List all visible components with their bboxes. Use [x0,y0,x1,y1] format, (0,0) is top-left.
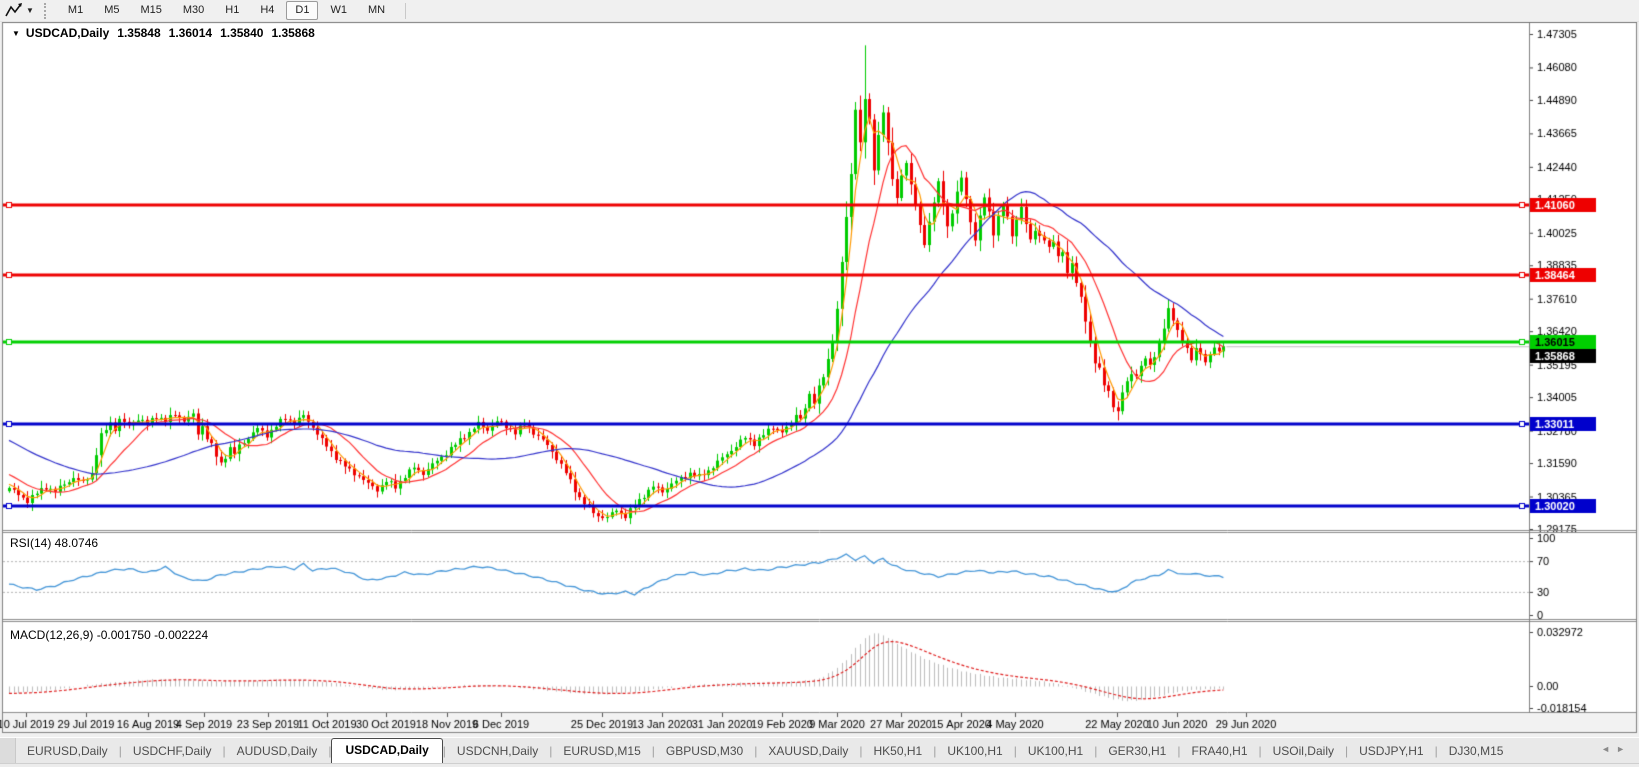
chart-tab-dj30-m15[interactable]: DJ30,M15 [1438,740,1515,763]
chart-tab-bar: EURUSD,Daily | USDCHF,Daily | AUDUSD,Daily | U… [0,737,1639,763]
chart-tab-ger30-h1[interactable]: GER30,H1 [1097,740,1177,763]
toolbar-separator [405,2,407,19]
timeframe-button-m1[interactable]: M1 [59,1,92,20]
ohlc-high: 1.36014 [168,26,213,40]
timeframe-button-m30[interactable]: M30 [174,1,213,20]
ohlc-low: 1.35840 [220,26,264,40]
chart-tab-uk100-h1[interactable]: UK100,H1 [936,740,1013,763]
ohlc-open: 1.35848 [117,26,161,40]
macd-indicator-label: MACD(12,26,9) -0.001750 -0.002224 [10,628,209,642]
chart-symbol-title: USDCAD,Daily [25,26,110,40]
chart-canvas[interactable] [0,22,1639,734]
timeframe-toolbar: ▼ M1 M5 M15 M30 H1 H4 D1 W1 MN [0,0,1639,22]
chart-tab-usdjpy-h1[interactable]: USDJPY,H1 [1348,740,1434,763]
chart-tab-xauusd-daily[interactable]: XAUUSD,Daily [757,740,859,763]
tab-scroll-arrows: ◄► [1601,744,1631,754]
chart-tab-usdcnh-daily[interactable]: USDCNH,Daily [446,740,549,763]
terminal-window: ▼ M1 M5 M15 M30 H1 H4 D1 W1 MN ▼ USDCAD,Daily 1.… [0,0,1639,767]
chart-tab-audusd-daily[interactable]: AUDUSD,Daily [226,740,329,763]
rsi-indicator-label: RSI(14) 48.0746 [10,536,99,550]
chart-tab-eurusd-daily[interactable]: EURUSD,Daily [16,740,119,763]
chart-tab-usoil-daily[interactable]: USOil,Daily [1262,740,1345,763]
chart-tab-uk100-h1[interactable]: UK100,H1 [1017,740,1094,763]
chart-title-bar: ▼ USDCAD,Daily 1.35848 1.36014 1.35840 1.35… [12,26,315,40]
timeframe-button-d1[interactable]: D1 [286,1,319,20]
chart-tab-gbpusd-m30[interactable]: GBPUSD,M30 [655,740,754,763]
timeframe-button-mn[interactable]: MN [359,1,394,20]
status-bar-edge [0,763,1639,767]
tab-bar-corner [0,738,16,763]
timeframe-button-m5[interactable]: M5 [95,1,128,20]
chart-tab-usdchf-daily[interactable]: USDCHF,Daily [122,740,223,763]
timeframe-button-h4[interactable]: H4 [251,1,283,20]
timeframe-button-m15[interactable]: M15 [131,1,170,20]
chart-tab-eurusd-m15[interactable]: EURUSD,M15 [552,740,651,763]
chart-dropdown-icon[interactable]: ▼ [12,29,20,38]
chart-tab-hk50-h1[interactable]: HK50,H1 [863,740,934,763]
timeframe-button-w1[interactable]: W1 [321,1,356,20]
chart-tab-usdcad-daily[interactable]: USDCAD,Daily [331,738,443,763]
ohlc-close: 1.35868 [271,26,315,40]
timeframe-button-h1[interactable]: H1 [216,1,248,20]
timeframe-buttons: M1 M5 M15 M30 H1 H4 D1 W1 MN [59,1,397,20]
chart-tab-fra40-h1[interactable]: FRA40,H1 [1180,740,1258,763]
tab-scroll-right-icon[interactable]: ► [1616,744,1631,754]
tool-dropdown-icon[interactable]: ▼ [26,6,34,15]
tab-scroll-left-icon[interactable]: ◄ [1601,744,1616,754]
toolbar-grip[interactable] [43,2,49,19]
tab-items: EURUSD,Daily | USDCHF,Daily | AUDUSD,Daily | U… [16,738,1514,763]
zigzag-line-tool-icon[interactable] [4,3,24,19]
